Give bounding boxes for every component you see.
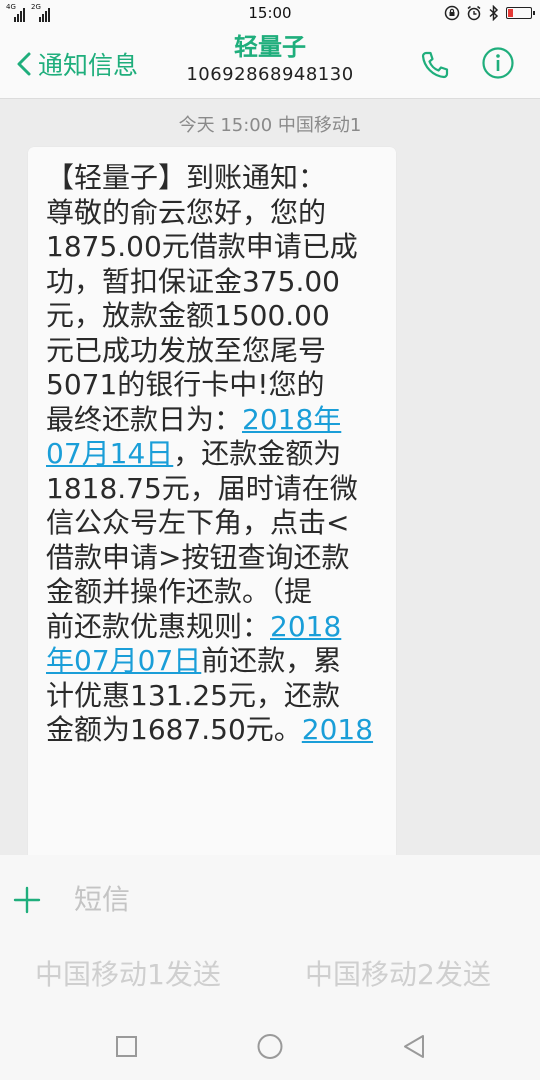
message-line: 功，暂扣保证金375.00 xyxy=(46,264,340,298)
alarm-icon xyxy=(467,5,481,21)
message-timestamp: 今天 15:00 中国移动1 xyxy=(178,115,362,136)
navigation-bar xyxy=(0,1005,540,1080)
message-line: 前还款，累 xyxy=(201,644,342,677)
message-line: 5071的银行卡中!您的 xyxy=(46,368,325,401)
message-line: 信公众号左下角，点击< xyxy=(46,506,350,539)
home-icon[interactable] xyxy=(250,1027,290,1067)
contact-name: 轻量子 xyxy=(234,33,306,61)
date-link[interactable]: 2018 xyxy=(302,713,373,746)
plus-icon[interactable] xyxy=(10,883,44,917)
message-input[interactable] xyxy=(74,877,514,921)
date-link-repayment[interactable]: 07月14日 xyxy=(46,437,173,470)
message-text: 【轻量子】到账通知： 尊敬的俞云您好，您的 1875.00元借款申请已成 功，暂… xyxy=(28,147,396,748)
status-icons xyxy=(444,5,535,21)
status-bar: 4G 2G 15:00 xyxy=(0,0,540,28)
contact-number: 10692868948130 xyxy=(186,64,354,85)
message-line: ，还款金额为 xyxy=(173,437,342,470)
message-line: 金额为1687.50元。 xyxy=(46,713,302,746)
bluetooth-icon xyxy=(489,5,499,21)
lock-rotation-icon xyxy=(444,5,460,21)
message-line: 最终还款日为： xyxy=(46,402,243,436)
message-line: 金额并操作还款。（提 xyxy=(46,575,313,608)
message-line: 元，放款金额1500.00 xyxy=(46,299,330,332)
back-triangle-icon[interactable] xyxy=(395,1027,435,1067)
date-link-early[interactable]: 年07月07日 xyxy=(46,644,201,677)
info-icon[interactable] xyxy=(481,46,515,80)
message-line: 前还款优惠规则： xyxy=(46,609,271,643)
message-line: 元已成功发放至您尾号 xyxy=(46,333,327,367)
message-line: 1875.00元借款申请已成 xyxy=(46,230,358,263)
recent-apps-icon[interactable] xyxy=(106,1027,146,1067)
message-line: 尊敬的俞云您好，您的 xyxy=(46,195,327,229)
date-link-early[interactable]: 2018 xyxy=(270,610,341,643)
message-bubble[interactable]: 【轻量子】到账通知： 尊敬的俞云您好，您的 1875.00元借款申请已成 功，暂… xyxy=(28,147,396,867)
message-line: 1818.75元，届时请在微 xyxy=(46,471,358,505)
send-sim1-button[interactable]: 中国移动1发送 xyxy=(35,953,221,993)
message-line: 【轻量子】到账通知： xyxy=(46,161,327,194)
battery-icon xyxy=(506,7,535,19)
contact-title: 轻量子 10692868948130 xyxy=(0,32,540,88)
conversation-header: 通知信息 轻量子 10692868948130 xyxy=(0,28,540,99)
message-line: 借款申请>按钮查询还款 xyxy=(46,540,350,574)
phone-icon[interactable] xyxy=(418,48,452,82)
send-sim2-button[interactable]: 中国移动2发送 xyxy=(305,953,491,993)
message-line: 计优惠131.25元，还款 xyxy=(46,678,340,712)
date-link-repayment[interactable]: 2018年 xyxy=(242,403,341,436)
